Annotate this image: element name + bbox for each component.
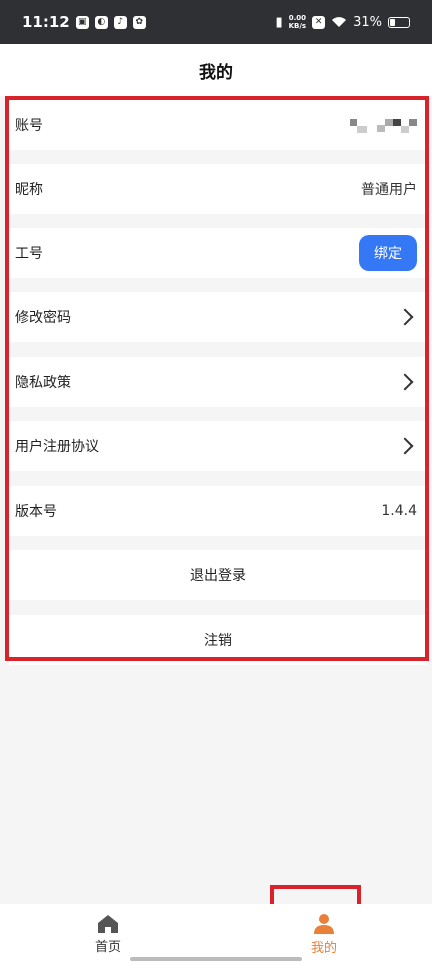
status-bar-left: 11:12 ▣ ◐ ♪ ✿ [22, 13, 146, 31]
net-speed-value: 0.00 [288, 14, 306, 22]
nickname-row: 昵称 普通用户 [9, 164, 427, 214]
page-title: 我的 [199, 62, 233, 83]
employee-id-label: 工号 [15, 246, 43, 262]
chevron-right-icon [396, 373, 414, 391]
privacy-policy-label: 隐私政策 [15, 375, 71, 391]
change-password-row[interactable]: 修改密码 [9, 292, 427, 342]
net-speed: 0.00 KB/s [289, 14, 306, 30]
tab-mine[interactable]: 我的 [264, 913, 384, 956]
chevron-right-icon [396, 308, 414, 326]
privacy-policy-row[interactable]: 隐私政策 [9, 357, 427, 407]
status-bar: 11:12 ▣ ◐ ♪ ✿ ▮ 0.00 KB/s ✕ 31% [0, 0, 432, 44]
tab-mine-label: 我的 [310, 940, 337, 956]
page-header: 我的 [0, 44, 432, 96]
nickname-label: 昵称 [15, 182, 43, 198]
bottom-tab-bar: 首页 我的 [0, 904, 432, 964]
account-row: 账号 [9, 100, 427, 150]
battery-percent: 31% [353, 14, 382, 30]
version-row: 版本号 1.4.4 [9, 486, 427, 536]
logout-button[interactable]: 退出登录 [9, 550, 427, 600]
version-value: 1.4.4 [381, 503, 417, 519]
account-label: 账号 [15, 118, 43, 134]
bind-button[interactable]: 绑定 [359, 235, 417, 271]
change-password-label: 修改密码 [15, 310, 71, 326]
home-indicator [130, 957, 302, 961]
user-agreement-row[interactable]: 用户注册协议 [9, 421, 427, 471]
employee-id-row: 工号 绑定 [9, 228, 427, 278]
status-bar-right: ▮ 0.00 KB/s ✕ 31% [275, 14, 410, 30]
nickname-value: 普通用户 [361, 182, 417, 198]
tab-home-label: 首页 [94, 939, 121, 955]
user-icon [314, 913, 334, 934]
wifi-icon [332, 17, 347, 27]
vibrate-icon: ▮ [275, 14, 283, 30]
status-time: 11:12 [22, 13, 70, 31]
app-badge-icon: ✿ [132, 15, 146, 29]
version-label: 版本号 [15, 504, 57, 520]
home-icon [98, 914, 118, 933]
deregister-label: 注销 [204, 633, 232, 649]
user-agreement-label: 用户注册协议 [15, 439, 99, 455]
notification-icon: ▣ [75, 15, 89, 29]
deregister-button[interactable]: 注销 [9, 615, 427, 665]
battery-icon [388, 16, 410, 28]
account-value-masked [350, 117, 417, 133]
tiktok-icon: ♪ [113, 15, 127, 29]
tab-home[interactable]: 首页 [48, 914, 168, 955]
logout-label: 退出登录 [190, 568, 246, 584]
net-speed-unit: KB/s [288, 22, 307, 30]
sim-icon: ✕ [312, 15, 326, 29]
battery-fill [390, 18, 395, 26]
app-notification-icon: ◐ [94, 15, 108, 29]
chevron-right-icon [396, 437, 414, 455]
